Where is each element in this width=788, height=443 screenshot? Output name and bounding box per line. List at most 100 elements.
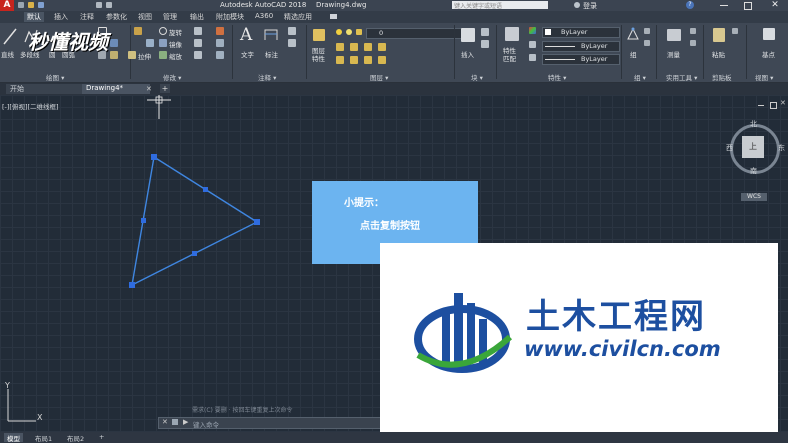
- scale-tool-label[interactable]: 缩放: [169, 51, 182, 61]
- layout-tab-2[interactable]: 布局2: [64, 433, 87, 443]
- layer-tool-icon[interactable]: [350, 43, 358, 51]
- layer-tool-icon[interactable]: [378, 43, 386, 51]
- grip-vertex[interactable]: [151, 154, 157, 160]
- group-icon[interactable]: [626, 27, 640, 41]
- list-icon[interactable]: [529, 41, 536, 48]
- layer-tool-icon[interactable]: [378, 56, 386, 64]
- leader-icon[interactable]: [288, 27, 296, 35]
- color-swatch-icon[interactable]: [529, 27, 536, 34]
- layout-tab-model[interactable]: 模型: [4, 433, 23, 443]
- tab-a360[interactable]: A360: [255, 12, 273, 22]
- tab-output[interactable]: 输出: [190, 12, 204, 22]
- fillet-icon[interactable]: [194, 39, 202, 47]
- copy-clip-icon[interactable]: [732, 28, 738, 34]
- layout-tab-add[interactable]: +: [96, 433, 107, 442]
- compass-north[interactable]: 北: [750, 119, 757, 129]
- dimension-tool-icon[interactable]: [264, 28, 278, 42]
- match-properties-label[interactable]: 特性匹配: [503, 47, 521, 63]
- explode-icon[interactable]: [216, 39, 224, 47]
- command-line[interactable]: ✕ ▶ 键入命令: [158, 417, 382, 429]
- new-tab-icon[interactable]: +: [160, 84, 170, 93]
- close-icon[interactable]: ✕: [768, 0, 782, 10]
- viewcube-top-face[interactable]: 上: [742, 136, 764, 158]
- command-input[interactable]: 键入命令: [193, 419, 219, 429]
- minimize-icon[interactable]: [720, 5, 728, 6]
- grip-midpoint[interactable]: [203, 187, 208, 192]
- layer-tool-icon[interactable]: [336, 43, 344, 51]
- base-view-label[interactable]: 基点: [762, 49, 775, 59]
- layout-tab-1[interactable]: 布局1: [32, 433, 55, 443]
- maximize-icon[interactable]: [744, 2, 752, 10]
- ribbon-toggle-icon[interactable]: [330, 14, 337, 19]
- login-link[interactable]: 登录: [583, 1, 597, 11]
- measure-icon[interactable]: [667, 29, 681, 41]
- layer-properties-icon[interactable]: [313, 29, 325, 41]
- erase-icon[interactable]: [216, 27, 224, 35]
- line-tool-label[interactable]: 直线: [1, 49, 14, 59]
- tab-parametric[interactable]: 参数化: [106, 12, 127, 22]
- lineweight-dropdown[interactable]: ByLayer: [542, 54, 620, 65]
- panel-utilities-label[interactable]: 实用工具 ▾: [666, 72, 697, 82]
- help-icon[interactable]: ?: [686, 1, 694, 9]
- match-properties-icon[interactable]: [505, 27, 519, 41]
- layer-dropdown[interactable]: 0: [366, 28, 464, 39]
- panel-view-label[interactable]: 视图 ▾: [755, 72, 773, 82]
- panel-annotation-label[interactable]: 注释 ▾: [258, 72, 276, 82]
- trim-icon[interactable]: [194, 27, 202, 35]
- file-tab-start[interactable]: 开始: [6, 84, 82, 94]
- open-icon[interactable]: [28, 2, 34, 8]
- layer-freeze-icon[interactable]: [346, 29, 352, 35]
- grip-vertex[interactable]: [129, 282, 135, 288]
- text-tool-icon[interactable]: A: [240, 26, 252, 44]
- viewcube[interactable]: 上 北 南 西 东: [726, 120, 786, 180]
- panel-clipboard-label[interactable]: 剪贴板: [712, 72, 732, 82]
- layer-tool-icon[interactable]: [364, 43, 372, 51]
- tab-view[interactable]: 视图: [138, 12, 152, 22]
- insert-block-label[interactable]: 插入: [461, 49, 474, 59]
- mirror-icon[interactable]: [159, 39, 167, 47]
- paste-label[interactable]: 粘贴: [712, 49, 725, 59]
- insert-block-icon[interactable]: [461, 28, 475, 42]
- selected-triangle[interactable]: [0, 95, 300, 315]
- utility-icon[interactable]: [690, 40, 696, 46]
- lineweight-icon[interactable]: [529, 54, 536, 61]
- command-close-icon[interactable]: ✕: [162, 418, 168, 426]
- search-field[interactable]: 键入关键字或短语: [452, 1, 548, 10]
- line-tool-icon[interactable]: [3, 27, 17, 45]
- group-label[interactable]: 组: [630, 49, 637, 59]
- tab-insert[interactable]: 插入: [54, 12, 68, 22]
- rotate-tool-label[interactable]: 旋转: [169, 27, 182, 37]
- wcs-menu[interactable]: WCS: [741, 193, 767, 201]
- tab-default[interactable]: 默认: [24, 12, 44, 22]
- command-prompt-icon[interactable]: ▶: [183, 418, 188, 426]
- command-settings-icon[interactable]: [172, 419, 178, 425]
- compass-south[interactable]: 南: [750, 166, 757, 176]
- create-block-icon[interactable]: [481, 28, 489, 36]
- dimension-tool-label[interactable]: 标注: [265, 49, 278, 59]
- close-tab-icon[interactable]: ✕: [146, 85, 152, 93]
- compass-east[interactable]: 东: [778, 143, 785, 153]
- layer-on-icon[interactable]: [336, 29, 342, 35]
- save-icon[interactable]: [38, 2, 44, 8]
- linetype-dropdown[interactable]: ByLayer: [542, 41, 620, 52]
- array-icon[interactable]: [194, 51, 202, 59]
- table-icon[interactable]: [288, 39, 296, 47]
- drawing-viewport[interactable]: [-][俯视][二维线框] ✕ 上 北 南 西 东 WCS 小提示： 点击复制按…: [0, 30, 788, 443]
- layer-lock-icon[interactable]: [356, 29, 362, 35]
- file-tab-drawing4[interactable]: Drawing4*: [82, 84, 150, 94]
- panel-group-label[interactable]: 组 ▾: [634, 72, 646, 82]
- ungroup-icon[interactable]: [644, 28, 650, 34]
- tab-featured-apps[interactable]: 精选应用: [284, 12, 312, 22]
- grip-midpoint[interactable]: [141, 218, 146, 223]
- layer-tool-icon[interactable]: [364, 56, 372, 64]
- panel-properties-label[interactable]: 特性 ▾: [548, 72, 566, 82]
- offset-icon[interactable]: [216, 51, 224, 59]
- paste-icon[interactable]: [713, 28, 725, 42]
- panel-layers-label[interactable]: 图层 ▾: [370, 72, 388, 82]
- user-icon[interactable]: [574, 2, 580, 8]
- group-edit-icon[interactable]: [644, 40, 650, 46]
- mirror-tool-label[interactable]: 镜像: [169, 39, 182, 49]
- viewport-min-icon[interactable]: [758, 105, 764, 106]
- layer-properties-label[interactable]: 图层特性: [312, 47, 328, 63]
- grip-midpoint[interactable]: [192, 251, 197, 256]
